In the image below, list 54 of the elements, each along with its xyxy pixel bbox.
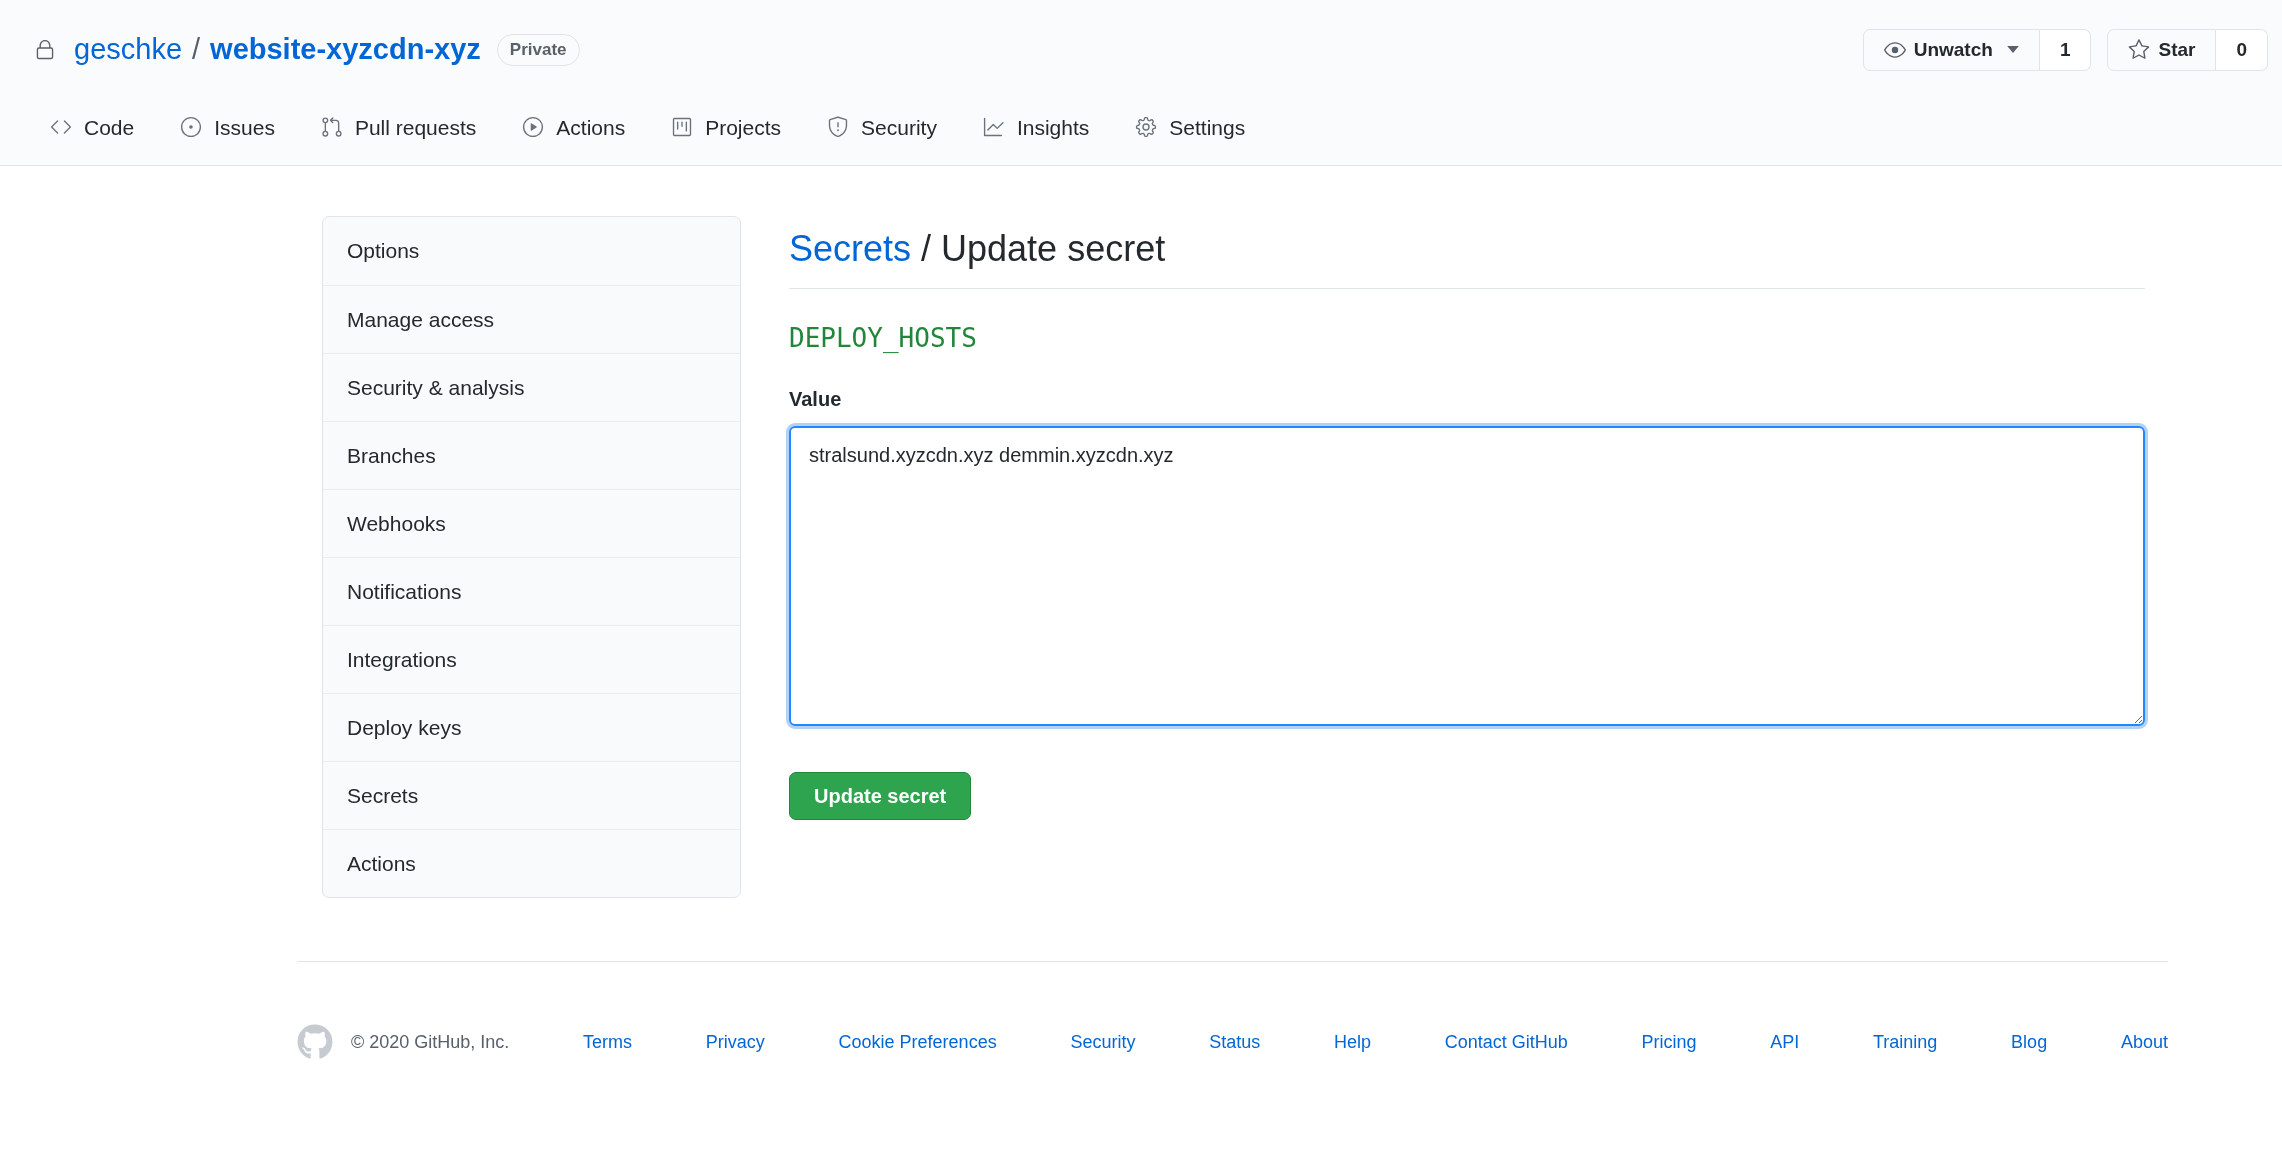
secrets-link[interactable]: Secrets <box>789 222 912 276</box>
repo-tab[interactable]: Projects <box>663 103 790 151</box>
menu-item[interactable]: Webhooks <box>323 489 740 557</box>
caret-icon <box>2006 46 2019 54</box>
footer-link[interactable]: Terms <box>583 1028 633 1056</box>
footer-link[interactable]: Pricing <box>1641 1028 1697 1056</box>
footer-link[interactable]: Contact GitHub <box>1444 1028 1568 1056</box>
footer-link[interactable]: Help <box>1333 1028 1371 1056</box>
repo-tab[interactable]: Pull requests <box>312 103 485 151</box>
menu-item[interactable]: Notifications <box>323 557 740 625</box>
value-field[interactable]: stralsund.xyzcdn.xyz demmin.xyzcdn.xyz <box>789 426 2145 726</box>
repo-tab[interactable]: Insights <box>974 103 1098 151</box>
star-icon <box>2128 38 2151 61</box>
play-icon <box>522 116 545 139</box>
copyright-text: © 2020 GitHub, Inc. <box>351 1030 510 1054</box>
footer-link[interactable]: Blog <box>2011 1028 2048 1056</box>
footer-link[interactable]: About <box>2120 1028 2168 1056</box>
github-logo-icon <box>297 1024 333 1060</box>
star-button[interactable]: Star <box>2107 28 2217 71</box>
menu-item[interactable]: Branches <box>323 421 740 489</box>
pull-request-icon <box>320 116 343 139</box>
path-separator: / <box>192 32 201 67</box>
secret-name: DEPLOY_HOSTS <box>789 322 978 355</box>
menu-item[interactable]: Options <box>323 217 740 285</box>
repo-tab[interactable]: Actions <box>514 103 634 151</box>
footer-link[interactable]: API <box>1770 1028 1800 1056</box>
footer-link[interactable]: Privacy <box>705 1028 765 1056</box>
shield-icon <box>827 116 850 139</box>
page-title: / Update secret <box>921 227 1166 271</box>
menu-item[interactable]: Secrets <box>323 761 740 829</box>
footer-link[interactable]: Status <box>1209 1028 1261 1056</box>
field-label: Value <box>789 387 843 412</box>
repo-tab[interactable]: Security <box>819 103 945 151</box>
footer-link[interactable]: Training <box>1873 1028 1938 1056</box>
repo-tab[interactable]: Issues <box>172 103 283 151</box>
menu-item[interactable]: Deploy keys <box>323 693 740 761</box>
watch-button[interactable]: Unwatch <box>1862 28 2040 71</box>
repo-name-link[interactable]: website-xyzcdn-xyz <box>210 28 481 72</box>
issue-icon <box>180 116 203 139</box>
menu-item[interactable]: Security & analysis <box>323 353 740 421</box>
menu-item[interactable]: Actions <box>323 829 740 897</box>
count-link[interactable]: 0 <box>2216 28 2268 71</box>
settings-icon <box>1135 116 1158 139</box>
menu-item[interactable]: Integrations <box>323 625 740 693</box>
footer-link[interactable]: Cookie Preferences <box>838 1028 997 1056</box>
project-board-icon <box>671 116 694 139</box>
repo-tab[interactable]: Settings <box>1127 103 1254 151</box>
count-link[interactable]: 1 <box>2039 28 2092 71</box>
owner-link[interactable]: geschke <box>74 28 182 72</box>
footer-link[interactable]: Security <box>1070 1028 1136 1056</box>
repo-tab[interactable]: Code <box>42 103 143 151</box>
graph-icon <box>982 116 1005 139</box>
lock-icon <box>34 38 56 61</box>
menu-item[interactable]: Manage access <box>323 285 740 353</box>
